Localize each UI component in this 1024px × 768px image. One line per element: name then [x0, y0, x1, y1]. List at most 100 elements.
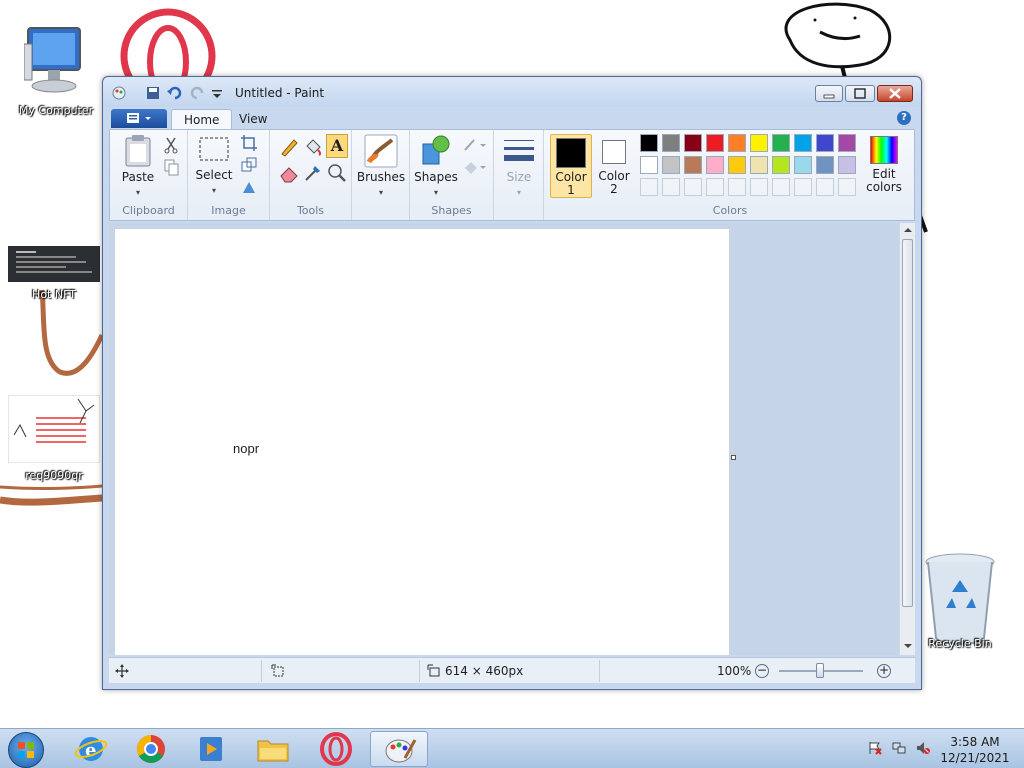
- custom-color-slot[interactable]: [640, 178, 658, 196]
- palette-swatch[interactable]: [838, 134, 856, 152]
- taskbar-file-explorer[interactable]: [244, 731, 302, 767]
- magnifier-icon[interactable]: [326, 162, 348, 184]
- palette-swatch[interactable]: [662, 156, 680, 174]
- rotate-icon[interactable]: [240, 178, 258, 196]
- image-thumbnail-icon: [7, 394, 101, 464]
- undo-icon[interactable]: [167, 85, 183, 101]
- palette-swatch[interactable]: [750, 156, 768, 174]
- network-icon[interactable]: [892, 741, 906, 755]
- palette-swatch[interactable]: [684, 156, 702, 174]
- taskbar-internet-explorer[interactable]: e: [62, 731, 120, 767]
- paste-button[interactable]: Paste ▾: [116, 134, 160, 198]
- custom-color-slot[interactable]: [684, 178, 702, 196]
- palette-swatch[interactable]: [662, 134, 680, 152]
- help-icon[interactable]: ?: [897, 111, 911, 125]
- size-button[interactable]: Size ▾: [498, 134, 540, 198]
- palette-swatch[interactable]: [728, 156, 746, 174]
- text-icon: A: [330, 136, 344, 155]
- chevron-down-icon: ▾: [211, 186, 216, 195]
- canvas-resize-handle[interactable]: [731, 455, 736, 460]
- desktop-icon-recycle-bin[interactable]: Recycle Bin: [912, 552, 1008, 650]
- tab-home[interactable]: Home: [171, 109, 233, 130]
- zoom-in-button[interactable]: +: [877, 664, 891, 678]
- taskbar-media-player[interactable]: [182, 731, 240, 767]
- fill-icon[interactable]: [462, 158, 488, 176]
- custom-color-slot[interactable]: [706, 178, 724, 196]
- desktop-icon-label: My Computer: [18, 104, 94, 117]
- drawing-canvas[interactable]: nopr: [115, 229, 729, 655]
- taskbar-chrome[interactable]: [122, 731, 180, 767]
- color-picker-icon[interactable]: [302, 162, 324, 184]
- taskbar-paint[interactable]: [370, 731, 428, 767]
- custom-color-slot[interactable]: [816, 178, 834, 196]
- crop-icon[interactable]: [240, 134, 258, 152]
- custom-color-slot[interactable]: [662, 178, 680, 196]
- internet-explorer-icon: e: [74, 737, 108, 761]
- redo-icon[interactable]: [189, 85, 205, 101]
- pencil-icon[interactable]: [278, 136, 300, 158]
- palette-swatch[interactable]: [706, 134, 724, 152]
- clock-date: 12/21/2021: [940, 751, 1010, 765]
- resize-icon[interactable]: [240, 156, 258, 174]
- close-button[interactable]: [877, 85, 913, 102]
- desktop-icon-my-computer[interactable]: My Computer: [8, 24, 104, 117]
- palette-swatch[interactable]: [794, 134, 812, 152]
- custom-color-slot[interactable]: [772, 178, 790, 196]
- custom-color-slot[interactable]: [794, 178, 812, 196]
- save-icon[interactable]: [145, 85, 161, 101]
- palette-swatch[interactable]: [640, 156, 658, 174]
- title-bar[interactable]: Untitled - Paint: [103, 77, 921, 107]
- system-clock[interactable]: 3:58 AM 12/21/2021: [940, 734, 1010, 766]
- status-separator: [261, 660, 262, 682]
- palette-swatch[interactable]: [772, 134, 790, 152]
- select-button[interactable]: Select ▾: [194, 134, 234, 196]
- customize-quick-access-icon[interactable]: [209, 85, 225, 101]
- palette-swatch[interactable]: [750, 134, 768, 152]
- fill-bucket-icon[interactable]: [302, 136, 324, 158]
- palette-swatch[interactable]: [728, 134, 746, 152]
- palette-swatch[interactable]: [640, 134, 658, 152]
- vertical-scrollbar[interactable]: [899, 223, 915, 655]
- outline-icon[interactable]: [462, 136, 488, 154]
- text-tool-button[interactable]: A: [326, 134, 348, 158]
- edit-colors-label-2: colors: [866, 180, 902, 194]
- start-button[interactable]: [8, 732, 44, 768]
- palette-swatch[interactable]: [816, 156, 834, 174]
- desktop-icon-hot-nft[interactable]: Hot NFT: [6, 246, 102, 301]
- custom-color-slot[interactable]: [838, 178, 856, 196]
- scroll-down-icon[interactable]: [903, 641, 913, 651]
- palette-swatch[interactable]: [816, 134, 834, 152]
- volume-muted-icon[interactable]: [916, 741, 930, 755]
- scrollbar-thumb[interactable]: [902, 239, 913, 607]
- shapes-label: Shapes: [414, 170, 458, 184]
- scroll-up-icon[interactable]: [903, 225, 913, 235]
- tab-view[interactable]: View: [227, 109, 279, 130]
- palette-swatch[interactable]: [684, 134, 702, 152]
- palette-swatch[interactable]: [794, 156, 812, 174]
- color2-button[interactable]: Color 2: [594, 134, 634, 198]
- paint-menu-button[interactable]: [111, 109, 167, 128]
- custom-color-slot[interactable]: [750, 178, 768, 196]
- palette-swatch[interactable]: [772, 156, 790, 174]
- edit-colors-button[interactable]: Edit colors: [860, 134, 908, 198]
- maximize-button[interactable]: [845, 85, 875, 102]
- minimize-button[interactable]: [815, 85, 843, 102]
- action-center-flag-icon[interactable]: [868, 741, 882, 755]
- copy-icon[interactable]: [162, 158, 180, 176]
- zoom-slider-thumb[interactable]: [816, 663, 824, 678]
- image-size-icon: [427, 664, 440, 677]
- custom-color-slot[interactable]: [728, 178, 746, 196]
- shapes-button[interactable]: Shapes ▾: [414, 134, 458, 198]
- taskbar-opera[interactable]: [306, 731, 364, 767]
- paint-app-icon[interactable]: [111, 85, 127, 101]
- desktop-icon-req9090qr[interactable]: req9090qr: [6, 394, 102, 482]
- cut-icon[interactable]: [162, 136, 180, 154]
- palette-swatch[interactable]: [838, 156, 856, 174]
- palette-swatch[interactable]: [706, 156, 724, 174]
- tools-group: A Tools: [270, 130, 352, 220]
- eraser-icon[interactable]: [278, 162, 300, 184]
- color1-button[interactable]: Color 1: [550, 134, 592, 198]
- size-label: Size: [506, 170, 532, 184]
- brushes-button[interactable]: Brushes ▾: [356, 134, 406, 198]
- zoom-out-button[interactable]: −: [755, 664, 769, 678]
